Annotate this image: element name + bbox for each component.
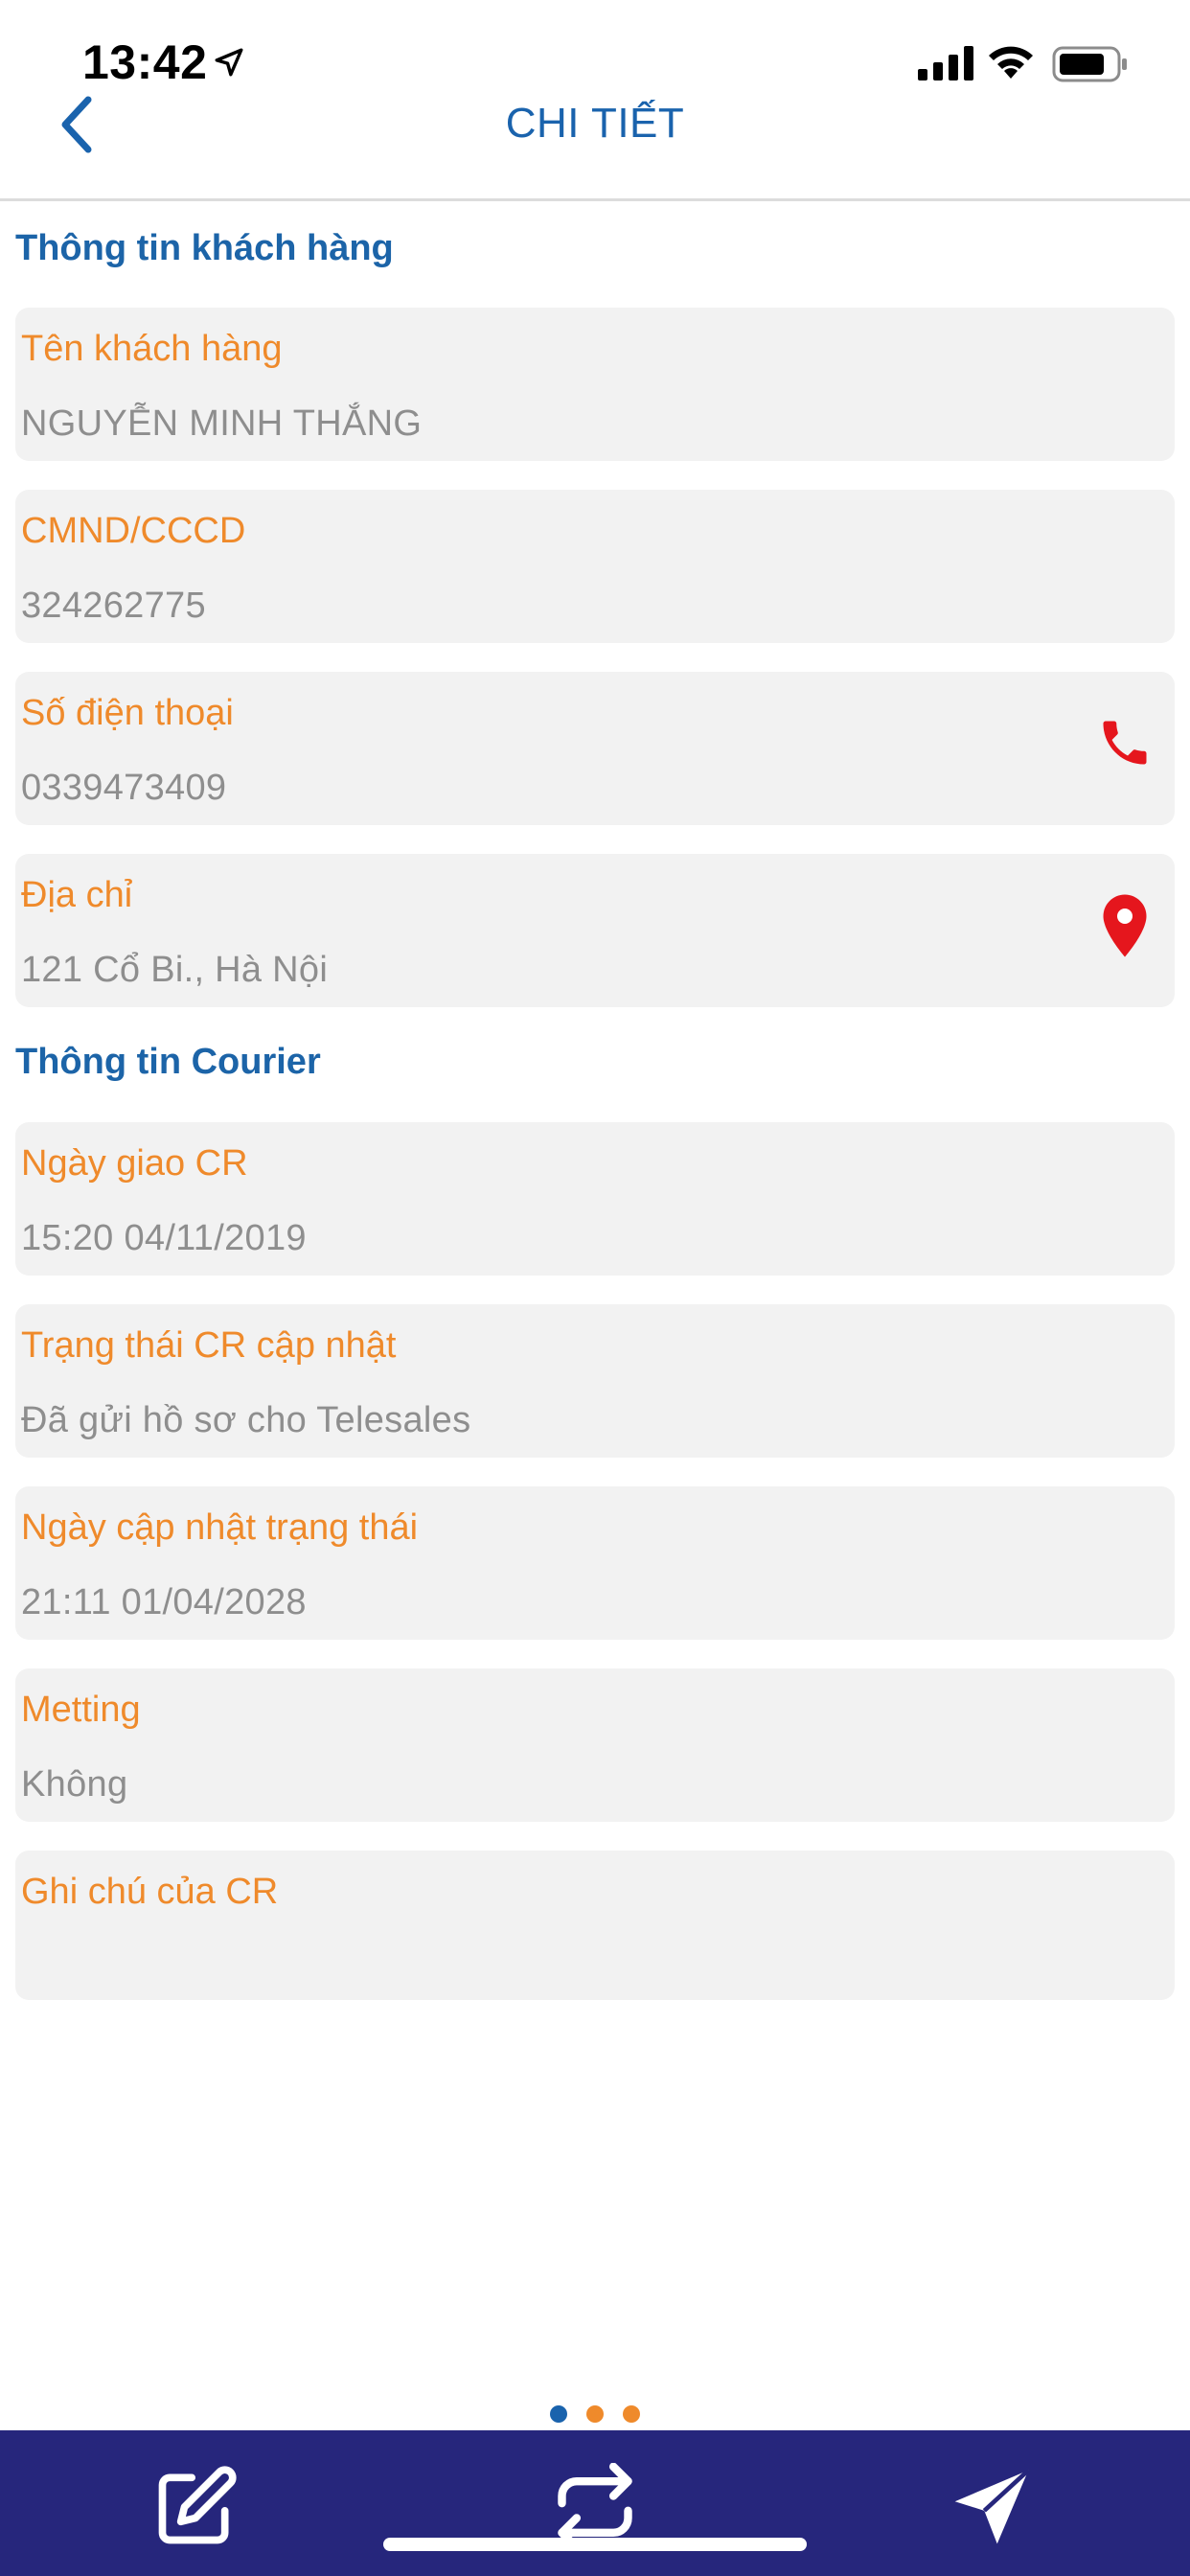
page-dot-active[interactable] [550,2405,567,2423]
field-label: Ngày giao CR [21,1143,248,1184]
status-time: 13:42 [82,35,208,89]
customer-section-title: Thông tin khách hàng [15,228,394,268]
field-label: Trạng thái CR cập nhật [21,1325,397,1366]
field-label: CMND/CCCD [21,511,246,551]
home-indicator[interactable] [383,2538,807,2551]
field-value: 21:11 01/04/2028 [21,1582,307,1622]
field-value: Không [21,1764,128,1805]
send-icon [954,2468,1030,2544]
edit-icon [158,2466,237,2544]
delivery-date-field: Ngày giao CR 15:20 04/11/2019 [15,1122,1175,1276]
customer-address-field: Địa chỉ 121 Cổ Bi., Hà Nội [15,854,1175,1007]
wifi-icon [989,46,1033,79]
customer-id-field: CMND/CCCD 324262775 [15,490,1175,643]
field-value: 0339473409 [21,768,227,808]
navigation-bar: CHI TIẾT [0,86,1190,201]
customer-phone-field: Số điện thoại 0339473409 [15,672,1175,825]
field-label: Địa chỉ [21,875,133,915]
location-arrow-icon [215,48,243,77]
page-dot[interactable] [623,2405,640,2423]
edit-button[interactable] [148,2459,243,2555]
bottom-action-bar [0,2430,1190,2576]
courier-section-title: Thông tin Courier [15,1042,321,1082]
send-button[interactable] [944,2459,1040,2555]
field-label: Metting [21,1690,141,1730]
page-indicator [0,2405,1190,2423]
field-label: Ghi chú của CR [21,1872,279,1912]
field-value: NGUYỄN MINH THẮNG [21,403,423,444]
field-value: Đã gửi hồ sơ cho Telesales [21,1400,471,1440]
field-label: Tên khách hàng [21,329,283,369]
page-title: CHI TIẾT [505,100,685,147]
map-pin-icon[interactable] [1096,892,1154,959]
customer-name-field: Tên khách hàng NGUYỄN MINH THẮNG [15,308,1175,461]
field-label: Số điện thoại [21,693,234,733]
page-dot[interactable] [586,2405,604,2423]
field-value: 324262775 [21,586,206,626]
field-value: 15:20 04/11/2019 [21,1218,307,1258]
field-label: Ngày cập nhật trạng thái [21,1507,419,1548]
status-field: Trạng thái CR cập nhật Đã gửi hồ sơ cho … [15,1304,1175,1458]
cellular-signal-icon [918,46,973,80]
detail-screen: 13:42 CHI TIẾT Thông tin khách hàng Tên … [0,0,1190,2576]
field-value: 121 Cổ Bi., Hà Nội [21,950,329,990]
status-date-field: Ngày cập nhật trạng thái 21:11 01/04/202… [15,1486,1175,1640]
courier-note-field: Ghi chú của CR [15,1851,1175,2000]
meeting-field: Metting Không [15,1668,1175,1822]
battery-icon [1052,46,1127,82]
phone-call-icon[interactable] [1096,714,1154,771]
